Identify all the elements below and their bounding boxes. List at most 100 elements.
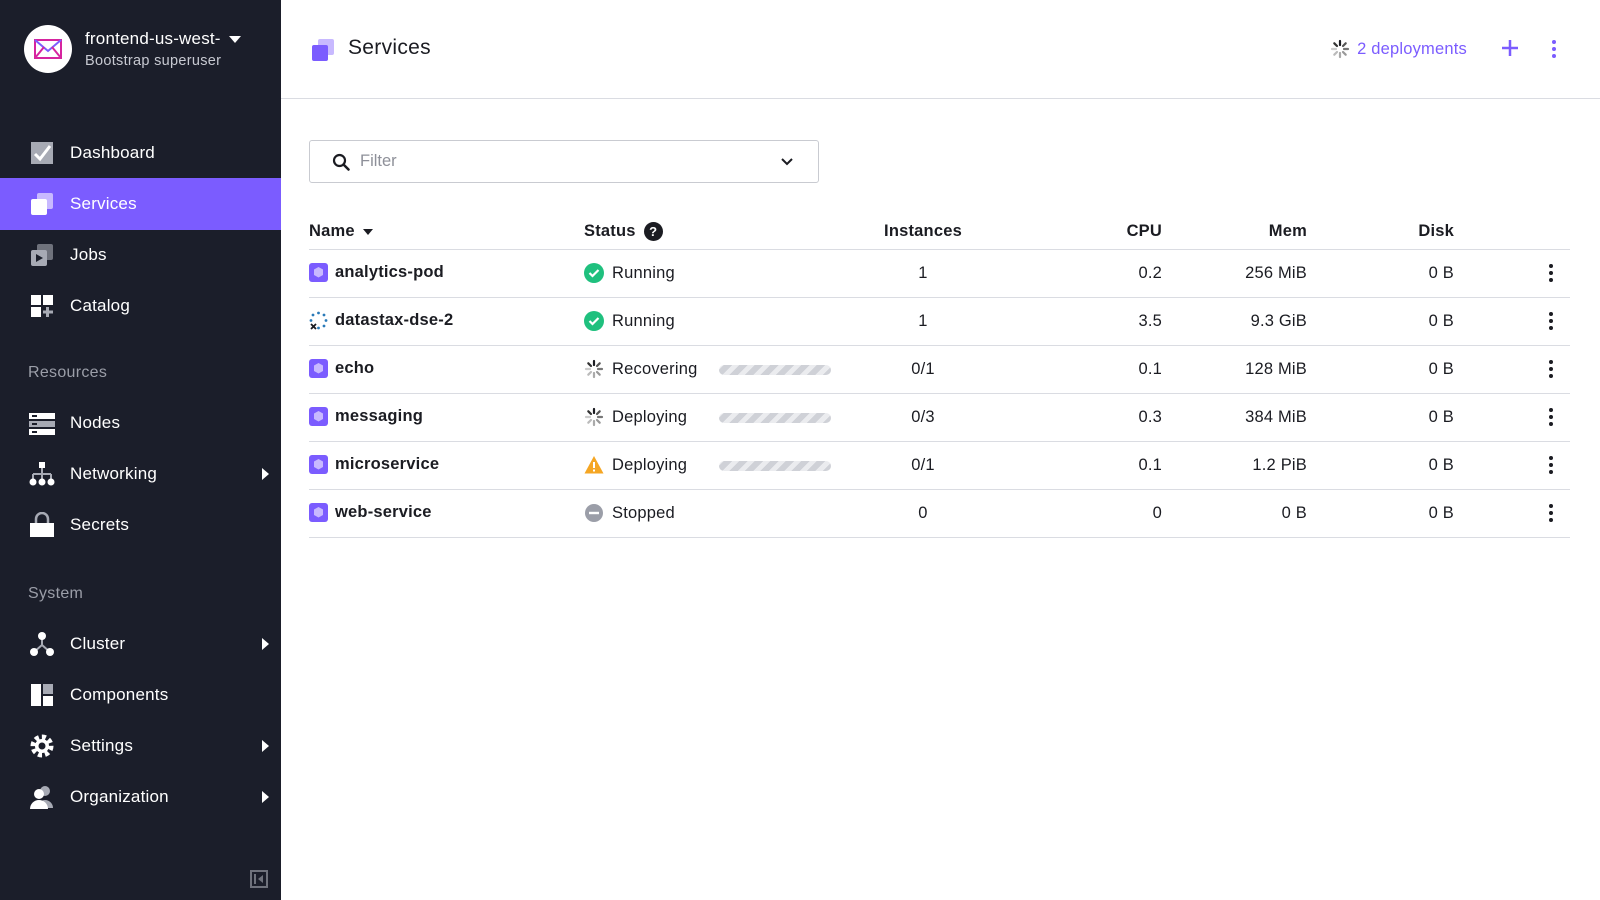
service-name-link[interactable]: analytics-pod: [309, 263, 444, 282]
filter-input[interactable]: [360, 152, 760, 171]
services-table: Name Status ? Instances CPU Mem Disk ana…: [309, 214, 1570, 538]
more-vertical-icon: [1549, 456, 1553, 474]
sidebar-item-label: Nodes: [70, 413, 121, 432]
filter-box[interactable]: [309, 140, 819, 183]
table-row[interactable]: analytics-pod Running 1 0.2 256 MiB 0 B: [309, 250, 1570, 298]
help-icon[interactable]: ?: [643, 222, 663, 241]
chevron-right-icon: [262, 638, 269, 650]
chevron-right-icon: [262, 468, 269, 480]
row-more-button[interactable]: [1544, 502, 1558, 524]
service-name-link[interactable]: datastax-dse-2: [309, 311, 453, 330]
column-header-cpu: CPU: [1126, 222, 1162, 240]
cpu-value: 0.1: [1138, 360, 1162, 378]
status-cell: Deploying: [584, 455, 687, 475]
service-name-link[interactable]: messaging: [309, 407, 423, 426]
instances-value: 0/1: [911, 456, 935, 474]
sidebar-item-jobs[interactable]: Jobs: [0, 229, 281, 281]
services-icon: [29, 191, 55, 217]
nodes-icon: [29, 410, 55, 436]
cluster-name: frontend-us-west-: [85, 29, 221, 48]
service-name: datastax-dse-2: [335, 311, 454, 329]
search-icon: [332, 153, 350, 171]
column-label: Name: [309, 222, 355, 240]
section-resources: Resources: [28, 364, 108, 381]
row-more-button[interactable]: [1544, 454, 1558, 476]
sidebar-item-catalog[interactable]: Catalog: [0, 280, 281, 332]
service-icon: [309, 503, 328, 522]
column-header-name[interactable]: Name: [309, 222, 373, 241]
disk-value: 0 B: [1428, 408, 1454, 426]
sidebar-item-settings[interactable]: Settings: [0, 720, 281, 772]
sidebar-item-dashboard[interactable]: Dashboard: [0, 127, 281, 179]
lock-icon: [29, 512, 55, 538]
users-icon: [29, 784, 55, 810]
sidebar-item-nodes[interactable]: Nodes: [0, 397, 281, 449]
sidebar-item-label: Dashboard: [70, 143, 155, 162]
deployments-label: 2 deployments: [1357, 39, 1467, 58]
more-vertical-icon: [1552, 40, 1556, 58]
service-name-link[interactable]: web-service: [309, 503, 432, 522]
cpu-value: 0.1: [1138, 456, 1162, 474]
service-name-link[interactable]: echo: [309, 359, 374, 378]
sort-down-icon: [362, 228, 373, 235]
deployments-link[interactable]: 2 deployments: [1330, 39, 1467, 59]
row-more-button[interactable]: [1544, 406, 1558, 428]
progress-bar: [719, 413, 831, 423]
sidebar: frontend-us-west- Bootstrap superuser Da…: [0, 0, 281, 900]
sidebar-item-label: Services: [70, 194, 137, 213]
service-name: echo: [335, 359, 375, 377]
sidebar-item-networking[interactable]: Networking: [0, 448, 281, 500]
service-name-link[interactable]: microservice: [309, 455, 439, 474]
sidebar-item-label: Networking: [70, 464, 158, 483]
stopped-icon: [585, 504, 603, 522]
column-header-disk: Disk: [1418, 222, 1454, 240]
collapse-sidebar-button[interactable]: [250, 870, 268, 888]
service-name: microservice: [335, 455, 440, 473]
column-header-instances: Instances: [884, 222, 962, 240]
cpu-value: 3.5: [1138, 312, 1162, 330]
progress-bar: [719, 461, 831, 471]
cpu-value: 0.2: [1138, 264, 1162, 282]
dashboard-icon: [29, 140, 55, 166]
instances-value: 1: [918, 312, 928, 330]
sidebar-item-label: Cluster: [70, 634, 126, 653]
table-row[interactable]: datastax-dse-2 Running 1 3.5 9.3 GiB 0 B: [309, 298, 1570, 346]
networking-icon: [29, 461, 55, 487]
status-text: Running: [612, 311, 675, 330]
spinner-icon: [584, 407, 604, 427]
spinner-icon: [584, 359, 604, 379]
sidebar-item-cluster[interactable]: Cluster: [0, 618, 281, 670]
service-icon: [309, 263, 328, 282]
chevron-down-icon[interactable]: [780, 155, 794, 169]
collapse-icon: [250, 870, 268, 888]
sidebar-item-label: Catalog: [70, 296, 130, 315]
sidebar-item-organization[interactable]: Organization: [0, 771, 281, 823]
status-cell: Running: [584, 263, 675, 283]
table-row[interactable]: echo Recovering 0/1 0.1 128 MiB 0 B: [309, 346, 1570, 394]
mem-value: 1.2 PiB: [1252, 456, 1307, 474]
mem-value: 128 MiB: [1245, 360, 1307, 378]
add-service-button[interactable]: [1498, 36, 1522, 60]
cluster-role: Bootstrap superuser: [85, 53, 222, 69]
sidebar-item-secrets[interactable]: Secrets: [0, 499, 281, 551]
more-vertical-icon: [1549, 264, 1553, 282]
cpu-value: 0.3: [1138, 408, 1162, 426]
table-row[interactable]: messaging Deploying 0/3 0.3 384 MiB 0 B: [309, 394, 1570, 442]
service-icon: [309, 359, 328, 378]
sidebar-item-services[interactable]: Services: [0, 178, 281, 230]
components-icon: [29, 682, 55, 708]
row-more-button[interactable]: [1544, 358, 1558, 380]
plus-icon: [1502, 40, 1518, 56]
sidebar-item-components[interactable]: Components: [0, 669, 281, 721]
cluster-switcher[interactable]: frontend-us-west- Bootstrap superuser: [24, 24, 274, 74]
row-more-button[interactable]: [1544, 310, 1558, 332]
instances-value: 0/1: [911, 360, 935, 378]
instances-value: 1: [918, 264, 928, 282]
disk-value: 0 B: [1428, 504, 1454, 522]
table-row[interactable]: web-service Stopped 0 0 0 B 0 B: [309, 490, 1570, 538]
row-more-button[interactable]: [1544, 262, 1558, 284]
instances-value: 0/3: [911, 408, 935, 426]
header-more-button[interactable]: [1544, 38, 1564, 60]
table-row[interactable]: microservice Deploying 0/1 0.1 1.2 PiB 0…: [309, 442, 1570, 490]
status-cell: Deploying: [584, 407, 687, 427]
